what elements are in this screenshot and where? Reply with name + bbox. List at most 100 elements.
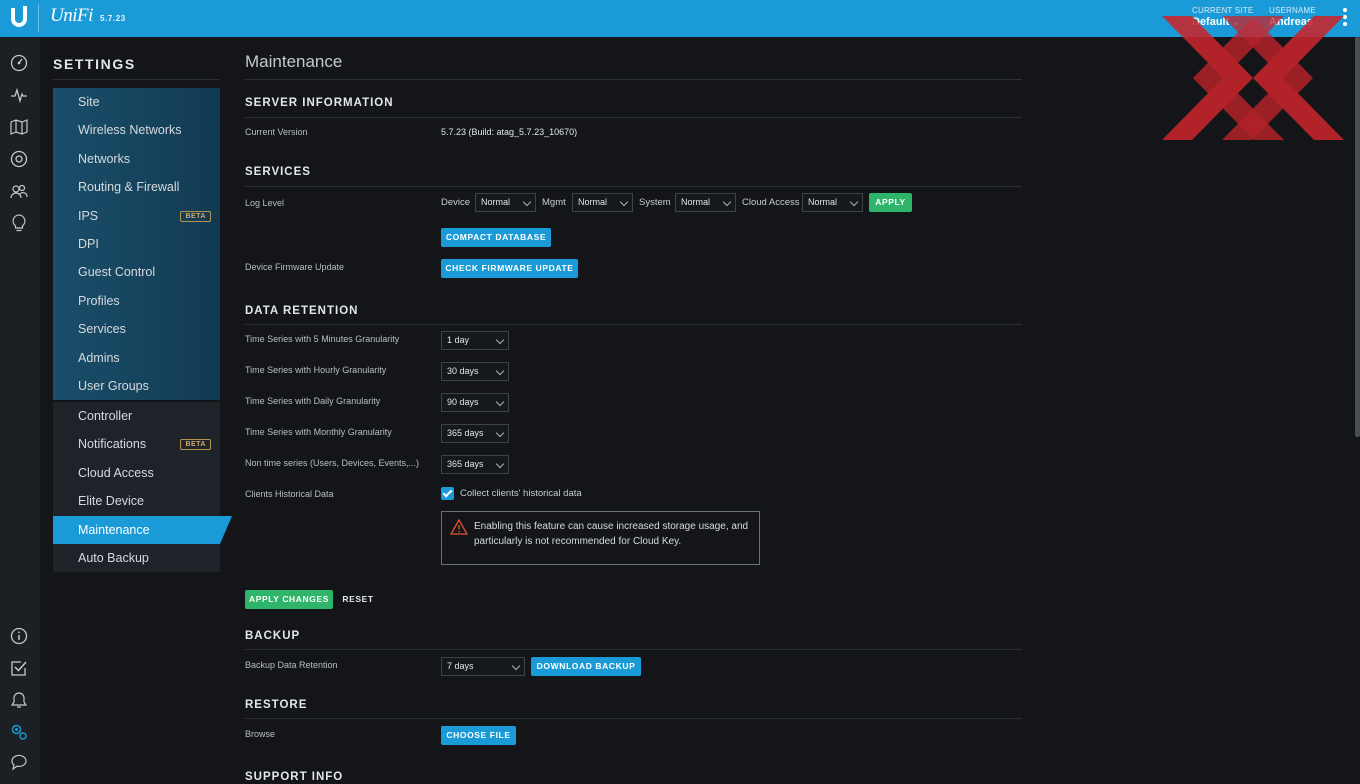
download-backup-button[interactable]: DOWNLOAD BACKUP (531, 657, 641, 676)
current-site-label: CURRENT SITE (1192, 6, 1254, 15)
system-log-level-select[interactable]: Normal (675, 193, 736, 212)
page-title: Maintenance (245, 52, 343, 71)
sidebar-item-profiles[interactable]: Profiles (53, 286, 220, 316)
sidebar-item-notifications[interactable]: Notifications BETA (53, 430, 220, 459)
storage-warning-box: Enabling this feature can cause increase… (441, 511, 760, 565)
chevron-down-icon (722, 197, 732, 207)
map-icon[interactable] (10, 118, 28, 136)
chevron-down-icon (495, 335, 505, 345)
settings-icon[interactable] (10, 723, 28, 741)
sidebar-item-dpi[interactable]: DPI (53, 229, 220, 259)
section-divider (245, 324, 1022, 325)
top-bar: UniFi 5.7.23 CURRENT SITE Default ⌄ USERN… (0, 0, 1360, 37)
restore-heading: RESTORE (245, 699, 308, 711)
sidebar-item-label: Site (78, 95, 100, 109)
chevron-down-icon (495, 459, 505, 469)
sidebar-item-services[interactable]: Services (53, 315, 220, 344)
retention-select[interactable]: 1 day (441, 331, 509, 350)
device-firmware-update-label: Device Firmware Update (245, 262, 345, 272)
retention-select[interactable]: 90 days (441, 393, 509, 412)
username-selector[interactable]: USERNAME Andreas ⌄ (1269, 6, 1323, 28)
device-log-label: Device (441, 197, 471, 208)
dashboard-icon[interactable] (10, 54, 28, 72)
chevron-down-icon (511, 661, 521, 671)
sidebar-item-label: Routing & Firewall (78, 180, 180, 195)
chevron-down-icon: ⌄ (1316, 18, 1323, 27)
cloud-access-log-level-select[interactable]: Normal (802, 193, 863, 212)
statistics-icon[interactable] (10, 86, 28, 104)
sidebar-item-auto-backup[interactable]: Auto Backup (53, 543, 220, 573)
sidebar-item-site[interactable]: Site (53, 88, 220, 117)
sidebar-item-label: Profiles (78, 293, 120, 308)
chevron-down-icon (495, 366, 505, 376)
devices-icon[interactable] (10, 150, 28, 168)
reset-button[interactable]: RESET (340, 590, 376, 609)
more-menu-icon[interactable] (1342, 8, 1348, 30)
settings-nav-primary: Site Wireless Networks Networks Routing & F… (53, 88, 220, 401)
retention-select[interactable]: 30 days (441, 362, 509, 381)
settings-divider (53, 79, 220, 80)
clients-icon[interactable] (10, 182, 28, 200)
sidebar-item-elite-device[interactable]: Elite Device (53, 487, 220, 516)
sidebar-item-maintenance[interactable]: Maintenance (53, 515, 232, 544)
storage-warning-text: Enabling this feature can cause increase… (474, 521, 749, 547)
current-site-selector[interactable]: CURRENT SITE Default ⌄ (1192, 6, 1253, 28)
mgmt-log-level-select[interactable]: Normal (572, 193, 633, 212)
sidebar-item-label: Wireless Networks (78, 123, 182, 138)
sidebar-item-label: Admins (78, 350, 120, 365)
compact-database-button[interactable]: COMPACT DATABASE (441, 228, 551, 247)
sidebar-item-label: Auto Backup (78, 550, 149, 565)
sidebar-item-label: Guest Control (78, 265, 156, 280)
collect-historical-data-checkbox[interactable] (441, 487, 454, 500)
page-scrollbar[interactable] (1355, 37, 1360, 437)
sidebar-item-label: Notifications (78, 437, 147, 452)
settings-title: SETTINGS (53, 56, 136, 72)
device-log-level-select[interactable]: Normal (475, 193, 536, 212)
sidebar-item-label: DPI (78, 236, 99, 251)
sidebar-item-admins[interactable]: Admins (53, 343, 220, 372)
beta-badge: BETA (180, 439, 211, 451)
current-version-label: Current Version (245, 127, 308, 137)
current-version-value: 5.7.23 (Build: atag_5.7.23_10670) (441, 127, 578, 137)
sidebar-item-user-groups[interactable]: User Groups (53, 371, 220, 401)
server-information-heading: SERVER INFORMATION (245, 97, 394, 109)
chat-icon[interactable] (10, 753, 28, 771)
chevron-down-icon (495, 428, 505, 438)
cloud-access-log-label: Cloud Access (742, 197, 800, 208)
about-icon[interactable] (10, 627, 28, 645)
apply-changes-button[interactable]: APPLY CHANGES (245, 590, 333, 609)
chevron-down-icon: ⌄ (1232, 18, 1239, 27)
alerts-icon[interactable] (10, 691, 28, 709)
device-log-level-value: Normal (481, 197, 511, 207)
retention-select-value: 365 days (447, 459, 484, 469)
sidebar-item-networks[interactable]: Networks (53, 144, 220, 174)
sidebar-item-wireless-networks[interactable]: Wireless Networks (53, 116, 220, 145)
apply-log-level-button[interactable]: APPLY (869, 193, 912, 212)
sidebar-item-controller[interactable]: Controller (53, 402, 220, 431)
sidebar-item-ips[interactable]: IPS BETA (53, 201, 220, 230)
retention-row-label: Time Series with Hourly Granularity (245, 365, 387, 375)
browse-label: Browse (245, 729, 276, 739)
username-value: Andreas (1269, 16, 1314, 28)
ubiquiti-logo-icon[interactable] (8, 6, 30, 30)
choose-file-button[interactable]: CHOOSE FILE (441, 726, 516, 745)
retention-row-label: Time Series with 5 Minutes Granularity (245, 334, 400, 344)
backup-retention-select[interactable]: 7 days (441, 657, 525, 676)
retention-select[interactable]: 365 days (441, 455, 509, 474)
section-divider (245, 186, 1022, 187)
icon-rail (0, 37, 40, 784)
sidebar-item-routing-firewall[interactable]: Routing & Firewall (53, 173, 220, 202)
retention-select[interactable]: 365 days (441, 424, 509, 443)
tasks-icon[interactable] (10, 659, 28, 677)
sidebar-item-label: User Groups (78, 378, 149, 393)
header-divider (38, 4, 39, 32)
retention-row-label: Time Series with Daily Granularity (245, 396, 381, 406)
username-label: USERNAME (1269, 6, 1316, 15)
check-firmware-update-button[interactable]: CHECK FIRMWARE UPDATE (441, 259, 578, 278)
system-log-level-value: Normal (681, 197, 711, 207)
insights-icon[interactable] (10, 214, 28, 232)
beta-badge: BETA (180, 210, 211, 222)
sidebar-item-guest-control[interactable]: Guest Control (53, 258, 220, 287)
current-site-value: Default (1192, 16, 1230, 28)
sidebar-item-cloud-access[interactable]: Cloud Access (53, 458, 220, 488)
